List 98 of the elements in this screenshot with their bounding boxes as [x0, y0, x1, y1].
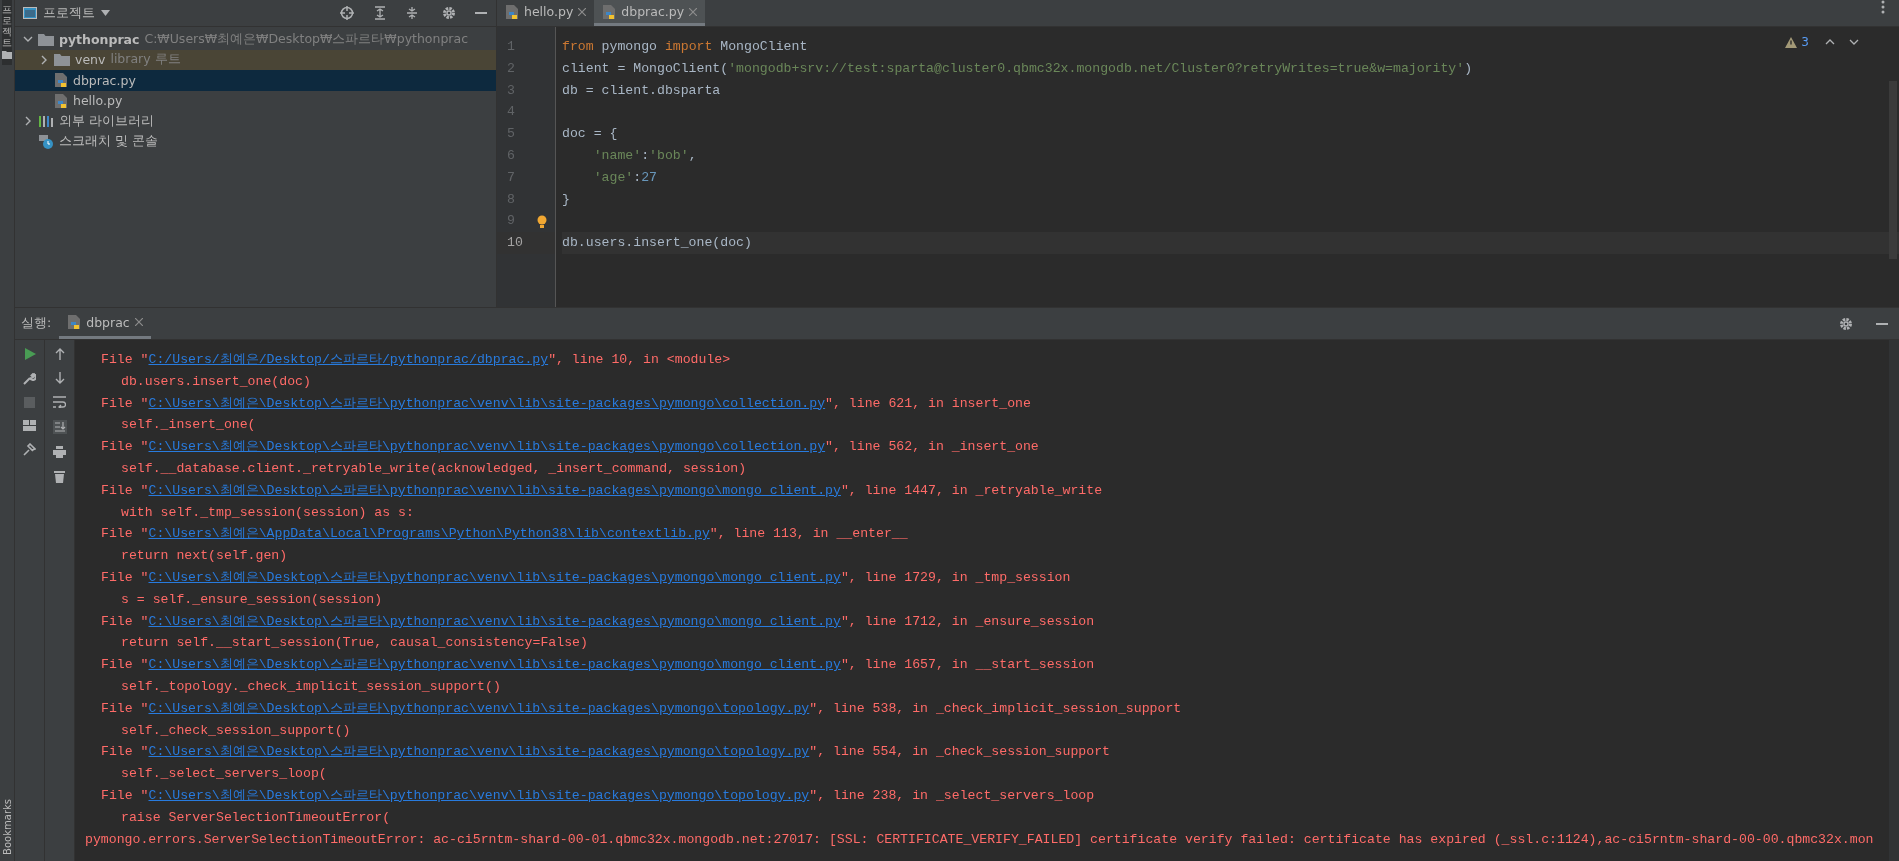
traceback-code: db.users.insert_one(doc): [121, 372, 311, 391]
traceback-code: with self._tmp_session(session) as s:: [121, 503, 414, 522]
item-name: pythonprac: [59, 31, 140, 47]
code-line: db.users.insert_one(doc): [562, 235, 752, 251]
file-link[interactable]: C:\Users\최예은\Desktop\스파르타\pythonprac\venv\lib\site-packages\pymongo\mongo_client.py: [148, 482, 841, 498]
file-link[interactable]: C:\Users\최예은\Desktop\스파르타\pythonprac\venv\lib\site-packages\pymongo\mongo_client.py: [148, 657, 841, 673]
traceback-line: File "C:/Users/최예은/Desktop/스파르타/pythonprac/dbprac.py", line 10, in <module>: [101, 352, 731, 367]
code-line: 'age':27: [592, 169, 657, 185]
traceback-line: File "C:\Users\최예은\Desktop\스파르타\pythonprac\venv\lib\site-packages\pymongo\mongo_client.py", line 1729, in _tmp_session: [101, 569, 1071, 585]
traceback-code: s = self._ensure_session(session): [121, 590, 383, 609]
trash-icon[interactable]: [54, 470, 65, 483]
traceback-line: File "C:\Users\최예은\Desktop\스파르타\pythonprac\venv\lib\site-packages\pymongo\topology.py", line 554, in _check_session_support: [101, 744, 1110, 760]
item-name: hello.py: [73, 93, 123, 109]
python-file-icon: [54, 72, 68, 89]
traceback-code: return self.__start_session(True, causal_consistency=False): [121, 634, 588, 653]
up-arrow-icon[interactable]: [54, 348, 65, 360]
editor-tab[interactable]: hello.py: [497, 0, 595, 26]
traceback-line: File "C:\Users\최예은\AppData\Local\Programs\Python\Python38\lib\contextlib.py", line 113, in __enter__: [101, 526, 908, 542]
panel-title[interactable]: 프로젝트: [43, 4, 95, 22]
tree-item[interactable]: 외부 라이브러리: [15, 111, 496, 132]
traceback-line: File "C:\Users\최예은\Desktop\스파르타\pythonprac\venv\lib\site-packages\pymongo\mongo_client.py", line 1447, in _retryable_write: [101, 482, 1103, 498]
traceback-code: self.__database.client._retryable_write(acknowledged, _insert_command, session): [121, 460, 747, 478]
code-line: from pymongo import MongoClient: [562, 39, 808, 54]
item-name: venv: [75, 52, 106, 68]
file-link[interactable]: C:/Users/최예은/Desktop/스파르타/pythonprac/dbprac.py: [148, 352, 549, 367]
python-file-icon: [67, 314, 82, 330]
dropdown-caret-icon[interactable]: [101, 10, 110, 16]
code-line: client = MongoClient('mongodb+srv://test:sparta@cluster0.qbmc32x.mongodb.net/Cluster0?retryWrites=true&w=majority'): [562, 60, 1473, 76]
collapse-all-icon[interactable]: [406, 6, 418, 20]
print-icon[interactable]: [53, 446, 66, 458]
window-icon: [23, 7, 37, 19]
lightbulb-icon[interactable]: [537, 214, 547, 228]
item-name: dbprac.py: [73, 72, 136, 88]
warning-icon: [1785, 36, 1798, 48]
file-link[interactable]: C:\Users\최예은\Desktop\스파르타\pythonprac\venv\lib\site-packages\pymongo\collection.py: [148, 439, 826, 455]
code-line: db = client.dbsparta: [562, 82, 721, 98]
code-line: doc = {: [562, 126, 618, 142]
warning-count[interactable]: 3: [1801, 35, 1809, 49]
tree-item[interactable]: hello.py: [15, 90, 496, 111]
folder-icon[interactable]: [2, 51, 12, 59]
python-file-icon: [602, 3, 617, 20]
settings-icon[interactable]: [442, 6, 456, 20]
close-icon[interactable]: [578, 7, 587, 16]
line-number: 10: [507, 234, 523, 253]
item-hint: library 루트: [110, 51, 181, 69]
tree-item[interactable]: 스크래치 및 콘솔: [15, 131, 496, 152]
traceback-code: self._select_servers_loop(: [121, 765, 327, 784]
traceback-line: File "C:\Users\최예은\Desktop\스파르타\pythonprac\venv\lib\site-packages\pymongo\mongo_client.py", line 1657, in __start_session: [101, 657, 1095, 673]
item-hint: C:₩Users₩최예은₩Desktop₩스파르타₩pythonprac: [144, 30, 469, 48]
python-file-icon: [54, 92, 68, 109]
folder-icon: [54, 53, 70, 67]
traceback-line: File "C:\Users\최예은\Desktop\스파르타\pythonprac\venv\lib\site-packages\pymongo\topology.py", line 238, in _select_servers_loop: [101, 787, 1095, 803]
clock-icon: [38, 133, 54, 150]
previous-icon[interactable]: [1825, 39, 1835, 45]
run-label: 실행:: [21, 315, 52, 332]
next-icon[interactable]: [1849, 39, 1859, 45]
wrap-icon[interactable]: [53, 396, 66, 408]
scroll-to-end-icon[interactable]: [52, 420, 67, 434]
item-name: 외부 라이브러리: [59, 112, 154, 130]
pin-icon[interactable]: [23, 443, 36, 456]
down-arrow-icon[interactable]: [54, 372, 65, 384]
run-tab[interactable]: dbprac: [59, 308, 151, 339]
run-icon[interactable]: [23, 348, 36, 360]
bookmarks-tool-label[interactable]: Bookmarks: [1, 793, 13, 861]
tree-item[interactable]: venv library 루트: [15, 49, 496, 70]
file-link[interactable]: C:\Users\최예은\Desktop\스파르타\pythonprac\venv\lib\site-packages\pymongo\topology.py: [148, 744, 810, 760]
layout-icon[interactable]: [23, 420, 36, 431]
expand-all-icon[interactable]: [374, 6, 386, 20]
wrench-icon[interactable]: [23, 372, 36, 385]
file-link[interactable]: C:\Users\최예은\Desktop\스파르타\pythonprac\venv\lib\site-packages\pymongo\collection.py: [148, 395, 826, 411]
file-link[interactable]: C:\Users\최예은\Desktop\스파르타\pythonprac\venv\lib\site-packages\pymongo\topology.py: [148, 787, 810, 803]
close-icon[interactable]: [134, 318, 143, 326]
tree-item[interactable]: pythonprac C:₩Users₩최예은₩Desktop₩스파르타₩pythonprac: [15, 29, 496, 50]
traceback-code: self._insert_one(: [121, 416, 256, 435]
tree-item[interactable]: dbprac.py: [15, 70, 496, 91]
file-link[interactable]: C:\Users\최예은\Desktop\스파르타\pythonprac\venv\lib\site-packages\pymongo\topology.py: [148, 700, 810, 716]
error-message: pymongo.errors.ServerSelectionTimeoutError: ac-ci5rntm-shard-00-01.qbmc32x.mongodb.net:27017: [SSL: CERTIFICATE_VERIFY_FAILED] certificate verify failed: certificate has expired (_ssl.c:1124),ac-ci5rntm-shard-00-00.qbmc32x.mon: [85, 831, 1874, 847]
file-link[interactable]: C:\Users\최예은\Desktop\스파르타\pythonprac\venv\lib\site-packages\pymongo\mongo_client.py: [148, 569, 841, 585]
python-file-icon: [505, 3, 519, 20]
bar-chart-icon: [38, 114, 54, 129]
file-link[interactable]: C:\Users\최예은\Desktop\스파르타\pythonprac\venv\lib\site-packages\pymongo\mongo_client.py: [148, 613, 841, 629]
traceback-line: File "C:\Users\최예은\Desktop\스파르타\pythonprac\venv\lib\site-packages\pymongo\collection.py", line 621, in insert_one: [101, 395, 1031, 411]
traceback-code: return next(self.gen): [121, 547, 288, 566]
traceback-code: self._check_session_support(): [121, 721, 351, 740]
item-name: 스크래치 및 콘솔: [59, 133, 158, 151]
traceback-code: self._topology._check_implicit_session_support(): [121, 677, 501, 696]
more-options-icon[interactable]: [1881, 0, 1885, 14]
traceback-line: File "C:\Users\최예은\Desktop\스파르타\pythonprac\venv\lib\site-packages\pymongo\topology.py", line 538, in _check_implicit_session_support: [101, 700, 1182, 716]
traceback-line: File "C:\Users\최예은\Desktop\스파르타\pythonprac\venv\lib\site-packages\pymongo\mongo_client.py", line 1712, in _ensure_session: [101, 613, 1095, 629]
traceback-code: raise ServerSelectionTimeoutError(: [121, 808, 391, 827]
editor-tab[interactable]: dbprac.py: [594, 0, 706, 26]
target-icon[interactable]: [340, 6, 354, 20]
settings-icon[interactable]: [1839, 316, 1853, 331]
traceback-line: File "C:\Users\최예은\Desktop\스파르타\pythonprac\venv\lib\site-packages\pymongo\collection.py", line 562, in _insert_one: [101, 439, 1039, 455]
code-line: }: [562, 191, 570, 207]
folder-icon: [38, 32, 54, 46]
file-link[interactable]: C:\Users\최예은\AppData\Local\Programs\Python\Python38\lib\contextlib.py: [148, 526, 710, 542]
code-line: 'name':'bob',: [592, 148, 697, 163]
